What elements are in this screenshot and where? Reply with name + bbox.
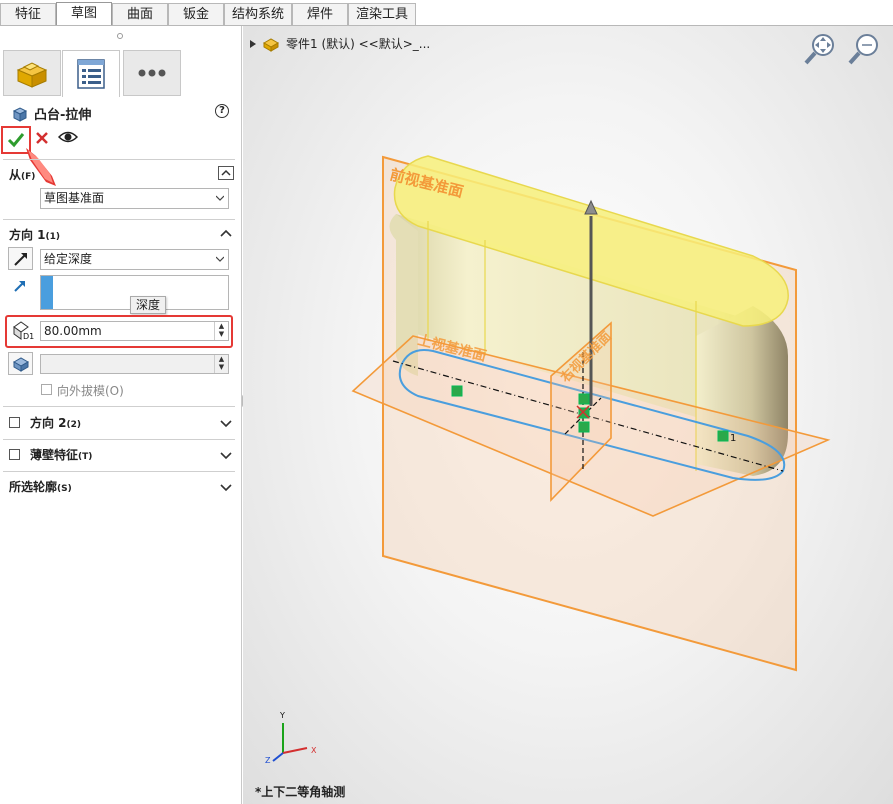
end-condition-select[interactable]: 给定深度: [40, 249, 229, 270]
chevron-down-icon[interactable]: [220, 417, 232, 429]
selected-contours-title: 所选轮廓(S): [9, 478, 72, 495]
depth-input[interactable]: 80.00mm ▲ ▼: [40, 321, 229, 341]
direction1-shortcut: (1): [45, 232, 61, 242]
more-tabs-button[interactable]: [123, 50, 181, 96]
divider: [3, 159, 235, 160]
graphics-area[interactable]: 零件1 (默认) <<默认>_... 前视基准面 上视基准面 右视基准面 1 Y…: [243, 26, 893, 804]
from-select-value: 草图基准面: [44, 191, 105, 205]
preview-toggle[interactable]: [57, 130, 79, 147]
help-icon[interactable]: ?: [215, 104, 229, 118]
thin-feature-label: 薄壁特征: [30, 448, 79, 462]
chevron-down-icon[interactable]: [220, 481, 232, 493]
triad: Y X Z: [265, 711, 317, 765]
direction2-shortcut: (2): [66, 420, 82, 430]
tab-sketch[interactable]: 草图: [56, 2, 112, 26]
from-label: 从: [9, 168, 22, 182]
draft-icon: [12, 356, 29, 372]
tab-structure-system[interactable]: 结构系统: [224, 3, 292, 26]
view-orientation-label: *上下二等角轴测: [255, 785, 346, 799]
eye-icon: [57, 131, 79, 143]
divider: [3, 219, 235, 220]
reverse-direction-button[interactable]: [8, 247, 33, 270]
reverse-direction-icon: [13, 252, 27, 266]
chevron-up-icon[interactable]: [220, 228, 232, 240]
divider: [3, 471, 235, 472]
from-shortcut: (F): [21, 172, 36, 182]
divider: [3, 406, 235, 407]
selected-contours-shortcut: (S): [57, 484, 72, 494]
feature-manager-tab[interactable]: [3, 50, 61, 96]
collapse-icon[interactable]: [218, 166, 234, 180]
model-scene[interactable]: 前视基准面 上视基准面 右视基准面 1 Y X Z: [243, 26, 893, 786]
end-condition-value: 给定深度: [44, 252, 93, 266]
from-select[interactable]: 草图基准面: [40, 188, 229, 209]
command-manager-tabs: 特征 草图 曲面 钣金 结构系统 焊件 渲染工具: [0, 0, 893, 26]
from-section-title: 从(F): [9, 166, 35, 183]
depth-spinner[interactable]: ▲ ▼: [214, 322, 228, 340]
cancel-button[interactable]: [36, 129, 48, 149]
thin-feature-shortcut: (T): [78, 452, 93, 462]
draft-outward-label: 向外拔模(O): [57, 384, 124, 398]
depth-value: 80.00mm: [44, 324, 102, 338]
direction2-label: 方向 2: [30, 416, 67, 430]
dimension-number: 1: [730, 433, 736, 444]
chevron-down-icon: [216, 195, 224, 201]
property-manager: 凸台-拉伸 ? 从(F) 草图基准面 方向 1(1) 给定深度 深度 D1 80…: [0, 26, 242, 804]
tab-sheet-metal[interactable]: 钣金: [168, 3, 224, 26]
selected-contours-label: 所选轮廓: [9, 480, 58, 494]
relation-marker-icon[interactable]: [578, 421, 590, 433]
divider: [3, 439, 235, 440]
draft-toggle-button[interactable]: [8, 352, 33, 375]
direction1-label: 方向 1: [9, 228, 46, 242]
property-list-icon: [77, 59, 105, 89]
boss-extrude-icon: [12, 106, 28, 122]
close-icon: [36, 132, 48, 144]
direction2-title: 方向 2(2): [30, 414, 81, 431]
draft-spinner[interactable]: ▲ ▼: [214, 355, 228, 373]
check-icon: [7, 133, 25, 148]
thin-feature-title: 薄壁特征(T): [30, 446, 92, 463]
panel-grip[interactable]: [117, 33, 123, 39]
triad-x-label: X: [311, 746, 317, 755]
triad-z-label: Z: [265, 756, 271, 765]
property-manager-tab[interactable]: [62, 50, 120, 97]
more-dots-icon: [138, 69, 166, 77]
direction-vector-icon: [14, 281, 25, 292]
tab-weldments[interactable]: 焊件: [292, 3, 348, 26]
feature-title: 凸台-拉伸: [12, 104, 91, 123]
selection-highlight: [41, 276, 53, 309]
tab-features[interactable]: 特征: [0, 3, 56, 26]
feature-title-text: 凸台-拉伸: [34, 108, 92, 123]
relation-marker-icon[interactable]: [717, 430, 729, 442]
direction1-title: 方向 1(1): [9, 226, 60, 243]
draft-angle-input[interactable]: ▲ ▼: [40, 354, 229, 374]
thin-feature-checkbox[interactable]: [9, 449, 20, 460]
feature-tree-icon: [16, 62, 48, 88]
direction2-checkbox[interactable]: [9, 417, 20, 428]
svg-text:D1: D1: [23, 332, 34, 341]
tab-surfaces[interactable]: 曲面: [112, 3, 168, 26]
depth-tooltip: 深度: [130, 296, 167, 314]
triad-y-label: Y: [279, 711, 285, 720]
tab-render-tools[interactable]: 渲染工具: [348, 3, 416, 26]
chevron-down-icon: [216, 256, 224, 262]
relation-marker-icon[interactable]: [578, 393, 590, 405]
depth-icon: D1: [13, 321, 34, 341]
relation-marker-icon[interactable]: [451, 385, 463, 397]
chevron-down-icon[interactable]: [220, 449, 232, 461]
draft-outward-checkbox[interactable]: [41, 384, 52, 395]
